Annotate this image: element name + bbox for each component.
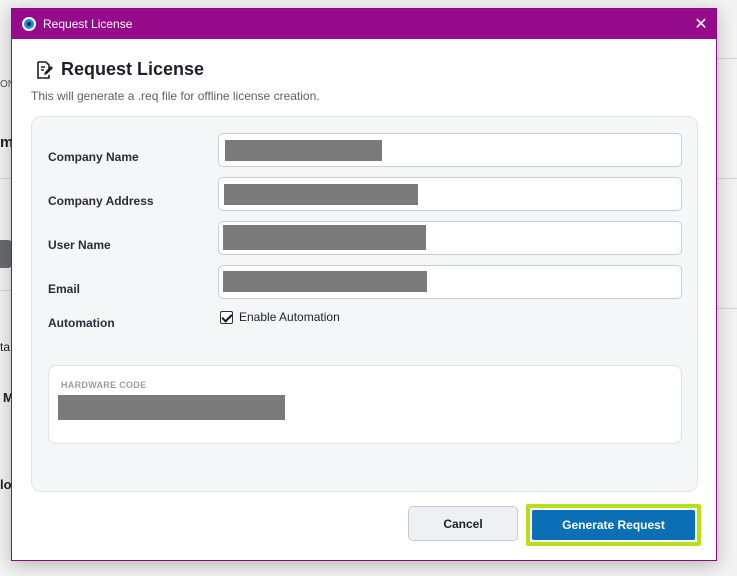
redacted-value (223, 271, 427, 292)
enable-automation-label: Enable Automation (239, 310, 340, 324)
hardware-code-value (58, 395, 285, 420)
bg-divider (715, 178, 737, 179)
company-address-input[interactable] (218, 177, 682, 211)
email-input[interactable] (218, 265, 682, 299)
generate-request-focus-outline: Generate Request (526, 504, 701, 546)
user-name-input[interactable] (218, 221, 682, 255)
company-name-label: Company Name (48, 150, 139, 164)
email-label: Email (48, 282, 81, 296)
request-license-dialog: Request License ✕ Request License This w… (11, 8, 717, 561)
automation-label: Automation (48, 316, 115, 330)
company-name-input[interactable] (218, 133, 682, 167)
dialog-header: Request License This will generate a .re… (12, 39, 716, 103)
redacted-value (224, 184, 418, 205)
close-icon: ✕ (694, 16, 708, 33)
edit-document-icon (37, 60, 53, 79)
cancel-button[interactable]: Cancel (408, 506, 518, 541)
title-bar: Request License ✕ (12, 9, 716, 39)
hardware-code-box: HARDWARE CODE (48, 365, 682, 444)
user-name-label: User Name (48, 238, 111, 252)
checkmark-icon[interactable] (220, 310, 233, 324)
redacted-value (225, 140, 382, 161)
company-address-label: Company Address (48, 194, 154, 208)
bg-divider (715, 308, 737, 309)
bg-fragment: ta (0, 340, 11, 354)
app-logo-icon (22, 17, 36, 31)
bg-divider (715, 58, 737, 59)
redacted-value (223, 225, 426, 250)
dialog-heading: Request License (61, 59, 205, 79)
hardware-code-label: HARDWARE CODE (61, 380, 147, 390)
enable-automation-checkbox[interactable]: Enable Automation (220, 310, 340, 324)
form-panel: Company Name Company Address User Name E… (31, 116, 698, 492)
generate-request-button[interactable]: Generate Request (532, 510, 695, 540)
bg-fragment: lo (0, 477, 12, 492)
close-button[interactable]: ✕ (686, 9, 716, 39)
window-title: Request License (43, 17, 133, 31)
dialog-subtitle: This will generate a .req file for offli… (31, 89, 320, 103)
